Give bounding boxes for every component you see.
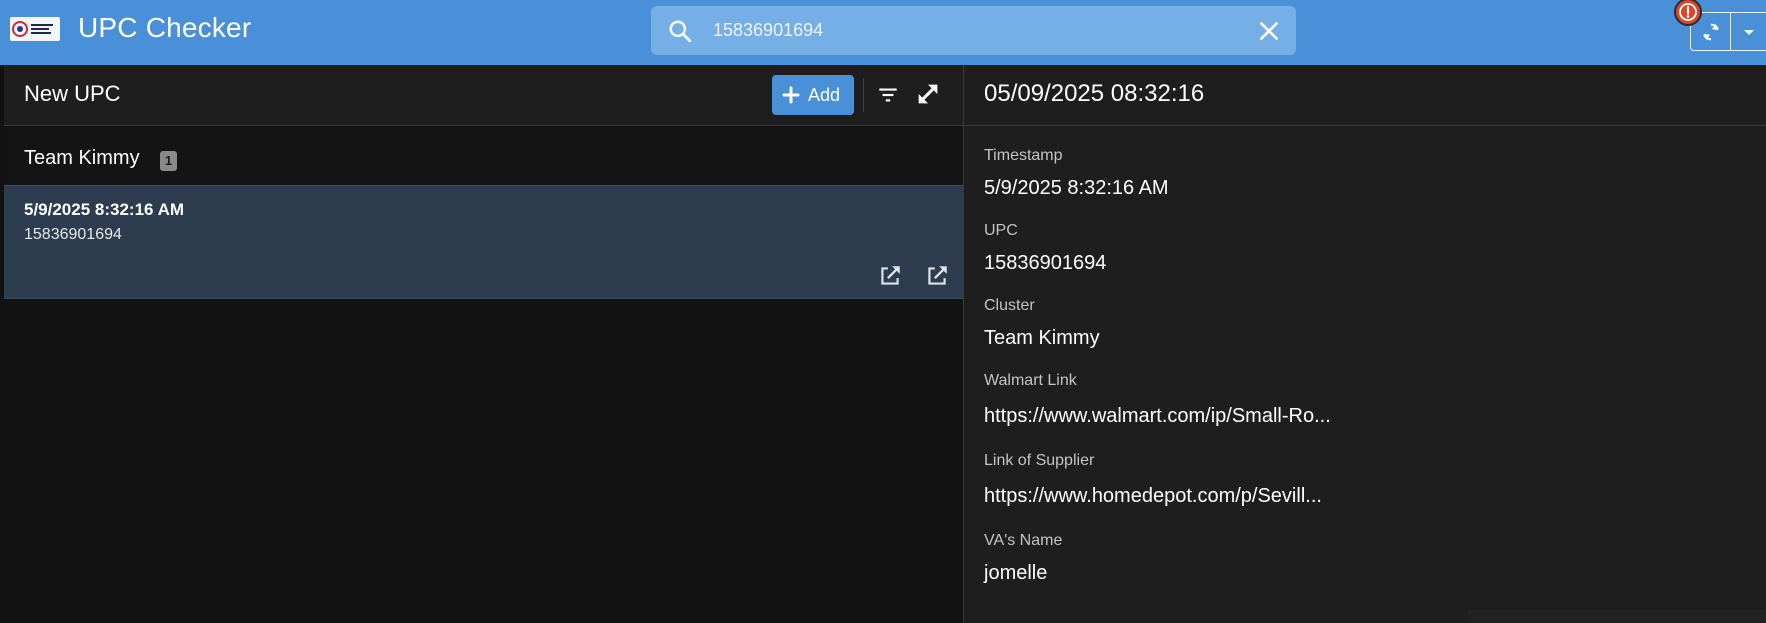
timestamp-label: Timestamp bbox=[984, 147, 1063, 164]
list-header: New UPC Add bbox=[4, 65, 963, 126]
detail-header: 05/09/2025 08:32:16 bbox=[964, 65, 1766, 126]
item-timestamp: 5/9/2025 8:32:16 AM bbox=[24, 200, 185, 219]
sync-options-button[interactable] bbox=[1730, 12, 1766, 51]
supplier-link[interactable]: https://www.homedepot.com/p/Sevill... bbox=[984, 485, 1322, 508]
cluster-value: Team Kimmy bbox=[984, 327, 1100, 349]
walmart-link[interactable]: https://www.walmart.com/ip/Small-Ro... bbox=[984, 405, 1331, 428]
external-link-icon[interactable] bbox=[877, 263, 903, 289]
upc-list-panel: New UPC Add bbox=[4, 65, 963, 623]
caret-down-icon bbox=[1743, 29, 1754, 35]
timestamp-value: 5/9/2025 8:32:16 AM bbox=[984, 177, 1169, 199]
expand-icon[interactable] bbox=[914, 80, 942, 108]
logo-emblem bbox=[12, 21, 28, 37]
app-logo bbox=[10, 17, 60, 41]
plus-icon bbox=[782, 86, 800, 104]
header-divider bbox=[863, 78, 864, 112]
search-input[interactable] bbox=[713, 6, 1193, 55]
sync-icon bbox=[1702, 23, 1719, 40]
walmart-link-label: Walmart Link bbox=[984, 372, 1077, 389]
list-title: New UPC bbox=[24, 81, 121, 106]
top-bar: UPC Checker bbox=[0, 0, 1766, 65]
group-count-badge: 1 bbox=[160, 151, 177, 171]
list-item[interactable]: 5/9/2025 8:32:16 AM 15836901694 bbox=[4, 185, 963, 299]
supplier-link-label: Link of Supplier bbox=[984, 452, 1095, 469]
item-upc: 15836901694 bbox=[24, 226, 122, 243]
logo-wordmark bbox=[31, 24, 53, 34]
cluster-label: Cluster bbox=[984, 297, 1035, 314]
search-bar bbox=[651, 6, 1296, 55]
upc-value: 15836901694 bbox=[984, 252, 1107, 274]
add-button[interactable]: Add bbox=[772, 75, 854, 115]
app-title: UPC Checker bbox=[78, 12, 252, 43]
va-name-value: jomelle bbox=[984, 562, 1048, 584]
group-header[interactable] bbox=[4, 127, 963, 185]
detail-title: 05/09/2025 08:32:16 bbox=[984, 80, 1205, 107]
upc-label: UPC bbox=[984, 222, 1018, 239]
external-link-icon[interactable] bbox=[924, 263, 950, 289]
alert-glyph bbox=[1679, 3, 1697, 21]
add-button-label: Add bbox=[808, 84, 841, 105]
detail-panel: 05/09/2025 08:32:16 Timestamp 5/9/2025 8… bbox=[964, 65, 1766, 623]
search-icon bbox=[669, 20, 692, 43]
va-name-label: VA's Name bbox=[984, 532, 1063, 549]
group-label: Team Kimmy bbox=[24, 147, 140, 169]
close-icon[interactable] bbox=[1256, 18, 1282, 44]
bottom-corner-panel bbox=[1468, 610, 1766, 623]
filter-icon[interactable] bbox=[875, 82, 901, 108]
